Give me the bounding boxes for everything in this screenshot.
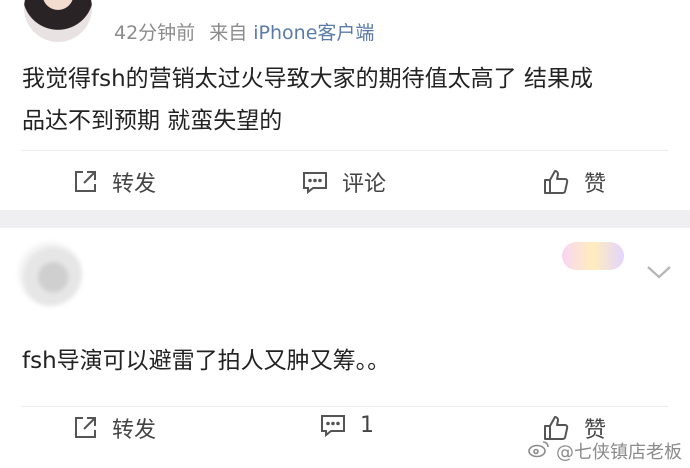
author-avatar[interactable] [24,0,92,42]
forward-icon [72,415,98,441]
post-content: fsh导演可以避雷了拍人又肿又筹。。 [22,348,391,374]
post-source[interactable]: iPhone客户端 [253,22,374,44]
post-time: 42分钟前 [114,22,196,44]
weibo-logo-icon [528,440,550,463]
comment-button[interactable]: 评论 [302,166,386,198]
like-button[interactable]: 赞 [542,166,606,198]
chevron-down-icon[interactable] [646,264,672,284]
forward-button[interactable]: 转发 [72,166,156,198]
like-label: 赞 [584,172,607,197]
feed-separator [0,210,690,228]
forward-button[interactable]: 转发 [72,412,156,444]
comment-count: 1 [360,412,374,438]
divider [22,406,668,407]
decoration-badge [562,242,624,270]
forward-icon [72,169,98,195]
divider [22,150,668,151]
comment-button[interactable]: 1 [320,412,374,438]
comment-icon [320,412,346,438]
thumbs-up-icon [542,168,570,196]
forward-label: 转发 [112,172,157,197]
post-content: 我觉得fsh的营销太过火导致大家的期待值太高了 结果成 品达不到预期 就蛮失望的 [22,58,672,142]
weibo-post-1: 42分钟前 来自 iPhone客户端 我觉得fsh的营销太过火导致大家的期待值太高… [0,0,690,210]
comment-label: 评论 [342,172,387,197]
source-prefix: 来自 [209,22,248,44]
post-meta: 42分钟前 来自 iPhone客户端 [114,18,374,45]
forward-label: 转发 [112,418,157,443]
post-content-line: 我觉得fsh的营销太过火导致大家的期待值太高了 结果成 [22,66,593,92]
weibo-post-2: fsh导演可以避雷了拍人又肿又筹。。 转发 1 赞 [0,228,690,468]
post-content-line: 品达不到预期 就蛮失望的 [22,108,283,134]
comment-icon [302,169,328,195]
watermark: @七侠镇店老板 [528,438,682,464]
author-avatar[interactable] [18,242,82,306]
watermark-text: @七侠镇店老板 [556,442,682,463]
